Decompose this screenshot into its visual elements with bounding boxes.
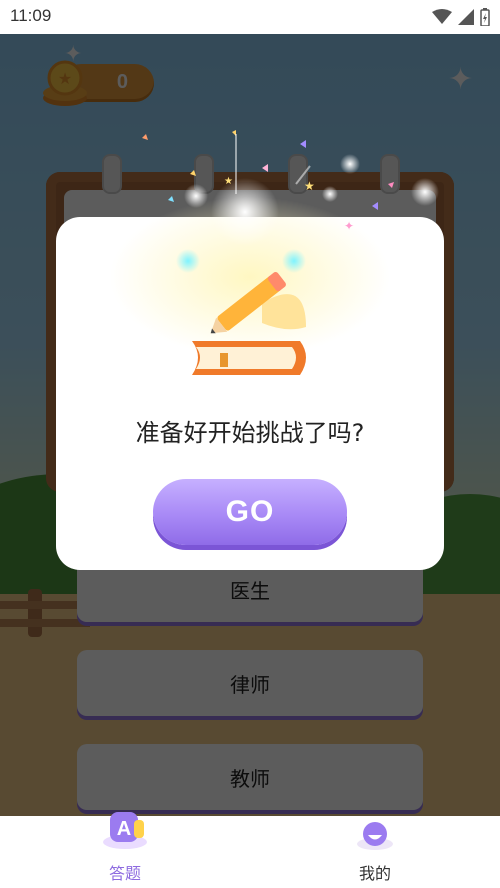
signal-icon [458, 9, 474, 25]
profile-face-icon [357, 822, 393, 850]
status-bar: 11:09 [0, 0, 500, 34]
status-icons [432, 8, 490, 26]
status-time: 11:09 [10, 6, 52, 25]
battery-charging-icon [480, 8, 490, 26]
wifi-icon [432, 9, 452, 24]
nav-item-quiz[interactable]: A 答题 [65, 812, 185, 888]
start-challenge-dialog: 准备好开始挑战了吗? GO [56, 197, 444, 570]
go-button[interactable]: GO [153, 479, 347, 545]
svg-text:A: A [117, 818, 131, 840]
nav-label-quiz: 答题 [108, 864, 141, 883]
dialog-question: 准备好开始挑战了吗? [135, 419, 365, 447]
quiz-a-icon: A [103, 812, 147, 849]
nav-label-profile: 我的 [358, 864, 391, 883]
bottom-nav: A 答题 我的 [0, 812, 500, 888]
pencil-book-icon [110, 197, 390, 375]
nav-item-profile[interactable]: 我的 [315, 816, 435, 888]
